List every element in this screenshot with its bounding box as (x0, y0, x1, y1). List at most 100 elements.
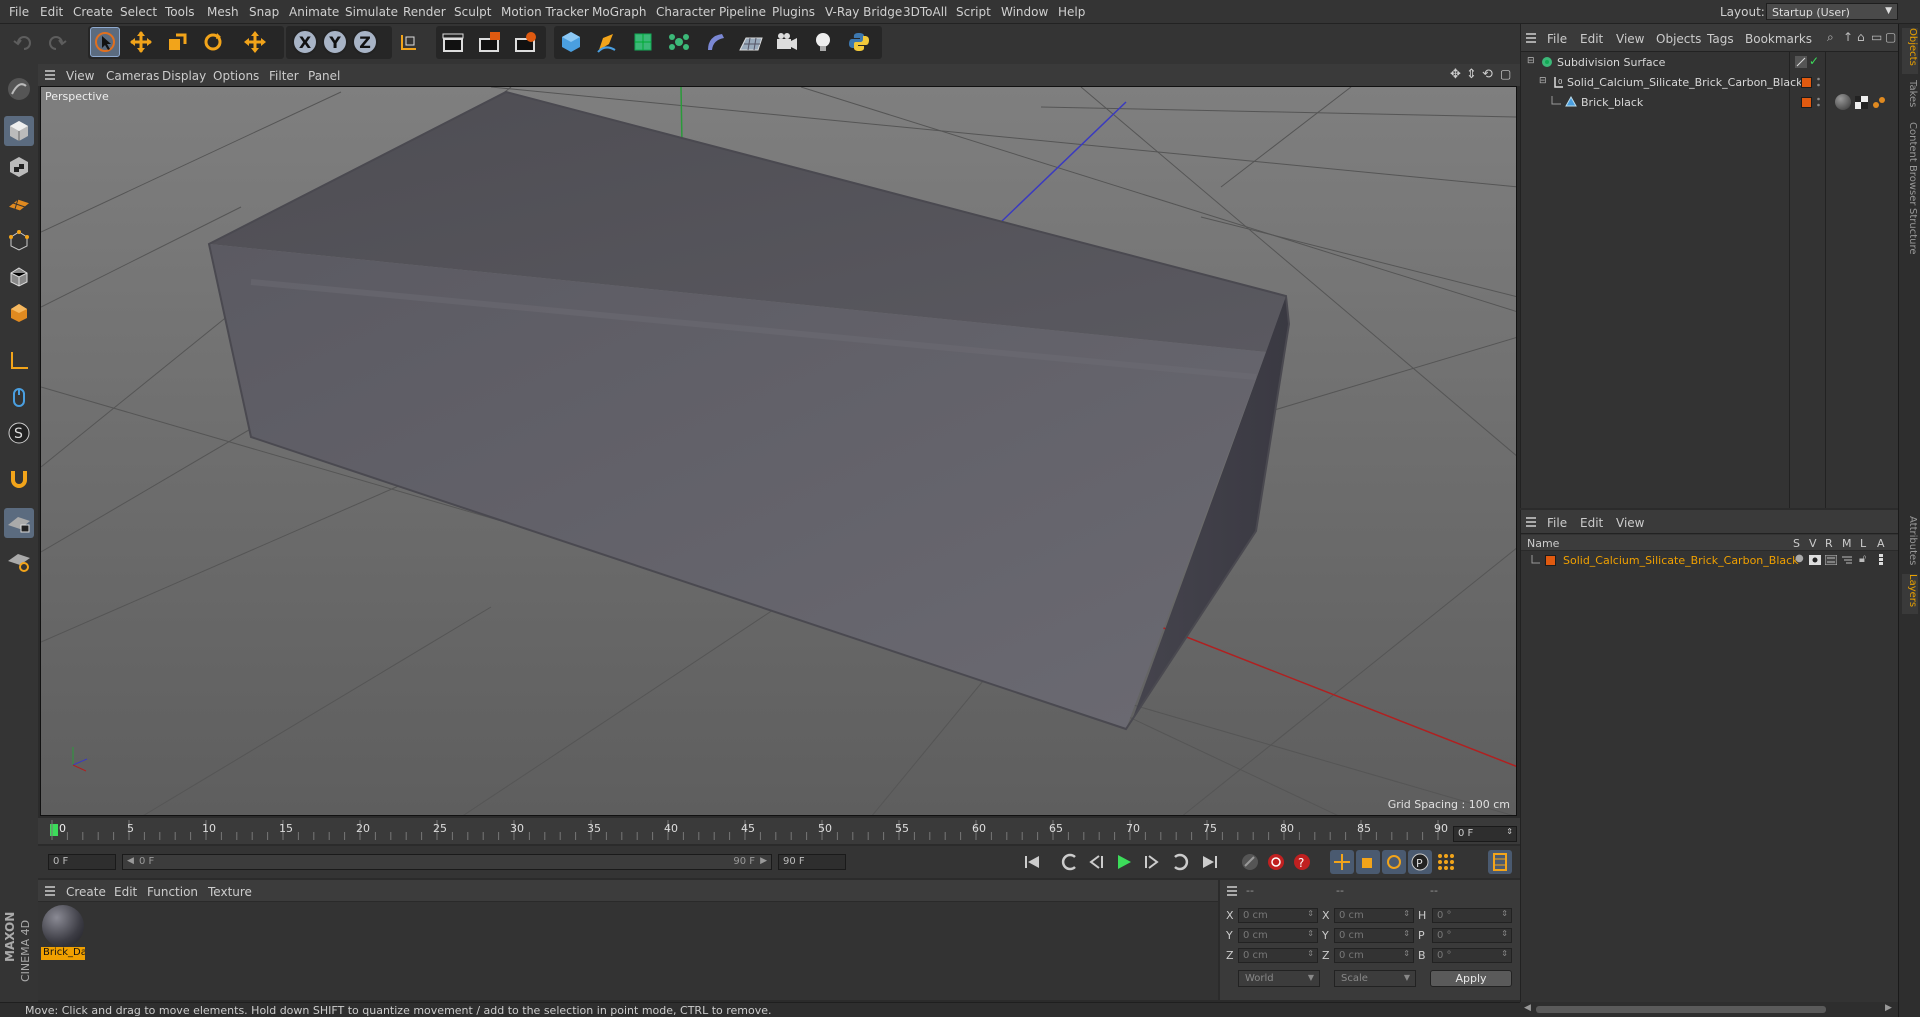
material-menu-create[interactable]: Create (66, 885, 106, 899)
object-menu-bookmarks[interactable]: Bookmarks (1745, 32, 1812, 46)
visibility-dots-icon[interactable] (1817, 77, 1820, 88)
rotate-tool-button[interactable] (198, 27, 228, 57)
tab-takes[interactable]: Takes (1902, 80, 1918, 114)
collapse-toggle-icon[interactable]: ⊟ (1539, 76, 1547, 86)
key-position-button[interactable] (1330, 850, 1354, 874)
object-row[interactable]: Brick_black (1525, 93, 1895, 112)
key-pla-button[interactable] (1434, 850, 1458, 874)
layer-menu-view[interactable]: View (1616, 516, 1644, 530)
layer-color-swatch[interactable] (1801, 77, 1812, 88)
render-view-button[interactable] (438, 27, 468, 57)
edges-mode-button[interactable] (4, 262, 34, 292)
size-x-field[interactable]: 0 cm ⇕ (1334, 908, 1414, 923)
layer-color-swatch[interactable] (1801, 97, 1812, 108)
menu-simulate[interactable]: Simulate (345, 5, 398, 19)
menu-mograph[interactable]: MoGraph (592, 5, 647, 19)
z-axis-button[interactable]: Z (350, 27, 380, 57)
home-icon[interactable]: ⌂ (1857, 30, 1865, 44)
layer-row[interactable]: Solid_Calcium_Silicate_Brick_Carbon_Blac… (1521, 552, 1899, 570)
new-view-icon[interactable]: ▭ (1871, 30, 1882, 44)
menu-snap[interactable]: Snap (249, 5, 279, 19)
menu-edit[interactable]: Edit (40, 5, 63, 19)
texture-mode-button[interactable] (4, 152, 34, 182)
panel-menu-icon[interactable] (44, 69, 56, 81)
x-axis-button[interactable]: X (290, 27, 320, 57)
magnet-button[interactable] (4, 464, 34, 494)
deformer-button[interactable] (700, 27, 730, 57)
scrollbar-thumb[interactable] (1536, 1006, 1826, 1013)
play-button[interactable] (1112, 850, 1136, 874)
cube-button[interactable] (556, 27, 586, 57)
eye-icon[interactable] (1809, 555, 1821, 565)
up-arrow-icon[interactable]: ↑ (1843, 30, 1853, 44)
menu-script[interactable]: Script (956, 5, 991, 19)
menu-motion-tracker[interactable]: Motion Tracker (501, 5, 589, 19)
tweak-mode-button[interactable] (4, 382, 34, 412)
viewport-menu-view[interactable]: View (66, 69, 94, 83)
menu-select[interactable]: Select (120, 5, 157, 19)
menu-render[interactable]: Render (403, 5, 446, 19)
polygons-mode-button[interactable] (4, 298, 34, 328)
next-frame-button[interactable] (1140, 850, 1164, 874)
axis-mode-button[interactable] (4, 346, 34, 376)
object-menu-tags[interactable]: Tags (1707, 32, 1734, 46)
view-move-icon[interactable]: ✥ (1450, 67, 1461, 82)
object-name[interactable]: Subdivision Surface (1557, 56, 1665, 69)
maximize-icon[interactable]: ▢ (1885, 30, 1896, 44)
column-render[interactable]: R (1825, 537, 1833, 550)
previous-frame-button[interactable] (1084, 850, 1108, 874)
light-button[interactable] (808, 27, 838, 57)
horizontal-scrollbar[interactable]: ◀ ▶ (1520, 1002, 1898, 1017)
manager-toggle-icon[interactable] (1841, 555, 1853, 565)
coordinate-system-button[interactable] (394, 27, 424, 57)
column-locked[interactable]: L (1860, 537, 1866, 550)
viewport-menu-cameras[interactable]: Cameras (106, 69, 159, 83)
panel-menu-icon[interactable] (1226, 885, 1238, 897)
material-menu-texture[interactable]: Texture (208, 885, 252, 899)
pos-y-field[interactable]: 0 cm ⇕ (1238, 928, 1318, 943)
size-mode-select[interactable]: Scale ▼ (1334, 970, 1416, 987)
tab-objects[interactable]: Objects (1902, 28, 1918, 74)
record-keys-button[interactable] (1238, 850, 1262, 874)
go-to-end-button[interactable] (1198, 850, 1222, 874)
object-menu-view[interactable]: View (1616, 32, 1644, 46)
solo-toggle-icon[interactable]: ● (1795, 553, 1804, 564)
rot-p-field[interactable]: 0 ° ⇕ (1432, 928, 1512, 943)
menu-file[interactable]: File (9, 5, 29, 19)
points-mode-button[interactable] (4, 226, 34, 256)
menu-sculpt[interactable]: Sculpt (454, 5, 491, 19)
object-row[interactable]: ⊟ 0 Solid_Calcium_Silicate_Brick_Carbon_… (1525, 73, 1895, 92)
layer-name[interactable]: Solid_Calcium_Silicate_Brick_Carbon_Blac… (1563, 554, 1799, 567)
material-tag-icon[interactable] (1835, 94, 1851, 110)
menu-create[interactable]: Create (73, 5, 113, 19)
layer-menu-edit[interactable]: Edit (1580, 516, 1603, 530)
view-rotate-icon[interactable]: ⟲ (1482, 67, 1493, 82)
apply-button[interactable]: Apply (1430, 970, 1512, 987)
viewport-menu-filter[interactable]: Filter (269, 69, 299, 83)
make-editable-button[interactable] (4, 74, 34, 104)
view-maximize-icon[interactable]: ▢ (1500, 67, 1511, 81)
layer-menu-file[interactable]: File (1547, 516, 1567, 530)
move-tool-button[interactable] (126, 27, 156, 57)
y-axis-button[interactable]: Y (320, 27, 350, 57)
timeline-window-button[interactable] (1488, 850, 1512, 874)
menu-3dtoall[interactable]: 3DToAll (903, 5, 947, 19)
viewport[interactable]: Perspective Grid Spacing : 100 cm (40, 86, 1517, 816)
workplane-mode-button[interactable] (4, 188, 34, 218)
live-selection-button[interactable] (90, 27, 120, 57)
key-scale-button[interactable] (1356, 850, 1380, 874)
layer-color-swatch[interactable] (1545, 555, 1556, 566)
rot-b-field[interactable]: 0 ° ⇕ (1432, 948, 1512, 963)
render-settings-button[interactable] (510, 27, 540, 57)
key-rotation-button[interactable] (1382, 850, 1406, 874)
lock-icon[interactable]: 🔓︎ (1859, 552, 1866, 566)
object-menu-edit[interactable]: Edit (1580, 32, 1603, 46)
floor-button[interactable] (736, 27, 766, 57)
size-y-field[interactable]: 0 cm ⇕ (1334, 928, 1414, 943)
menu-pipeline[interactable]: Pipeline (719, 5, 766, 19)
lock-workplane-button[interactable] (4, 508, 34, 538)
object-menu-file[interactable]: File (1547, 32, 1567, 46)
tab-attributes[interactable]: Attributes (1902, 516, 1918, 566)
end-frame-field[interactable]: 90 F (778, 854, 846, 870)
redo-button[interactable] (42, 27, 72, 57)
